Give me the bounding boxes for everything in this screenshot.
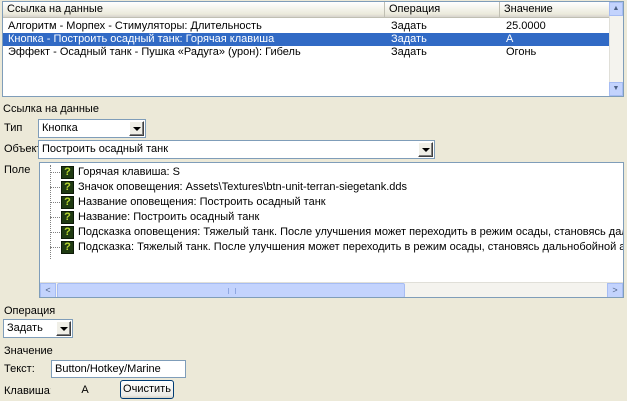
list-item-operation: Задать <box>391 33 427 45</box>
tree-connector <box>50 232 60 233</box>
list-item-operation: Задать <box>391 46 427 58</box>
tree-item-label: Значок оповещения: Assets\Textures\btn-u… <box>78 181 408 193</box>
scrollbar-thumb[interactable] <box>57 283 405 297</box>
tree-connector <box>50 247 60 248</box>
column-header-ref[interactable]: Ссылка на данные <box>3 2 385 18</box>
question-icon: ? <box>61 181 74 194</box>
scroll-left-icon[interactable]: < <box>40 283 56 297</box>
question-icon: ? <box>61 196 74 209</box>
question-icon: ? <box>61 226 74 239</box>
tree-item-label: Название: Построить осадный танк <box>78 211 260 223</box>
object-select[interactable]: Построить осадный танк <box>38 140 435 159</box>
value-section-label: Значение <box>4 345 53 357</box>
hotkey-field[interactable]: A <box>51 381 119 399</box>
tree-connector <box>50 172 60 173</box>
column-header-operation[interactable]: Операция <box>385 2 500 18</box>
tree-item-label: Горячая клавиша: S <box>78 166 181 178</box>
list-item[interactable]: Алгоритм - Морпех - Стимуляторы: Длитель… <box>3 20 609 33</box>
question-icon: ? <box>61 211 74 224</box>
chevron-down-icon[interactable] <box>56 321 71 336</box>
tree-connector <box>50 202 60 203</box>
list-vertical-scrollbar[interactable]: ▲ ▼ <box>609 2 623 96</box>
object-label: Объект <box>4 143 42 155</box>
type-select-value: Кнопка <box>42 122 78 134</box>
operation-label: Операция <box>4 305 56 317</box>
clear-button[interactable]: Очистить <box>120 380 174 399</box>
type-label: Тип <box>4 122 23 134</box>
list-header: Ссылка на данные Операция Значение <box>3 2 623 18</box>
tree-item-label: Подсказка оповещения: Тяжелый танк. Посл… <box>78 226 624 238</box>
tree-connector <box>50 165 51 259</box>
key-label: Клавиша: <box>4 385 53 397</box>
list-item-ref: Кнопка - Построить осадный танк: Горячая… <box>8 33 275 45</box>
chevron-down-icon[interactable] <box>418 142 433 157</box>
text-input[interactable]: Button/Hotkey/Marine <box>51 360 186 378</box>
tree-item-label: Название оповещения: Построить осадный т… <box>78 196 326 208</box>
operation-select[interactable]: Задать <box>3 319 73 338</box>
scroll-right-icon[interactable]: > <box>607 283 623 297</box>
list-item-value: Огонь <box>506 46 537 58</box>
list-item-value: A <box>506 33 514 45</box>
list-item-ref: Алгоритм - Морпех - Стимуляторы: Длитель… <box>8 20 262 32</box>
list-item-value: 25.0000 <box>506 20 546 32</box>
list-item-operation: Задать <box>391 20 427 32</box>
operation-select-value: Задать <box>7 322 43 334</box>
tree-connector <box>50 217 60 218</box>
field-label: Поле <box>4 164 31 176</box>
question-icon: ? <box>61 166 74 179</box>
data-refs-list[interactable]: Ссылка на данные Операция Значение Алгор… <box>2 1 624 97</box>
list-item-ref: Эффект - Осадный танк - Пушка «Радуга» (… <box>8 46 301 58</box>
data-ref-section-label: Ссылка на данные <box>3 103 99 115</box>
column-header-value[interactable]: Значение <box>500 2 610 18</box>
text-label: Текст: <box>4 363 35 375</box>
field-tree[interactable]: ? Горячая клавиша: S ? Значок оповещения… <box>39 162 624 298</box>
grip-icon <box>228 288 236 294</box>
tree-item-label: Подсказка: Тяжелый танк. После улучшения… <box>78 241 624 253</box>
scroll-up-icon[interactable]: ▲ <box>609 2 623 16</box>
question-icon: ? <box>61 241 74 254</box>
type-select[interactable]: Кнопка <box>38 119 146 138</box>
scroll-down-icon[interactable]: ▼ <box>609 82 623 96</box>
tree-connector <box>50 187 60 188</box>
list-item-selected[interactable]: Кнопка - Построить осадный танк: Горячая… <box>3 33 609 46</box>
chevron-down-icon[interactable] <box>129 121 144 136</box>
list-item[interactable]: Эффект - Осадный танк - Пушка «Радуга» (… <box>3 46 609 59</box>
object-select-value: Построить осадный танк <box>42 143 169 155</box>
tree-horizontal-scrollbar[interactable]: < > <box>40 282 623 297</box>
